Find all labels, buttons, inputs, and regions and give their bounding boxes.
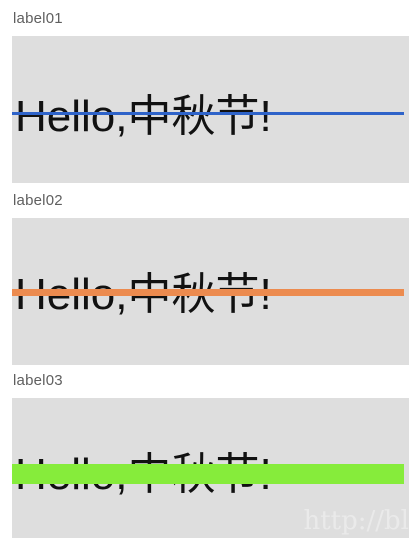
watermark-text: http://bl [303,506,409,536]
label01-panel: Hello,中秋节! [12,36,409,183]
label01-strikethrough-line [12,112,404,115]
label03-strikethrough-line [12,464,404,484]
label03-caption: label03 [13,372,63,389]
label02-caption: label02 [13,192,63,209]
label02-strikethrough-line [12,289,404,296]
label02-panel: Hello,中秋节! [12,218,409,365]
label03-panel: Hello,中秋节! http://bl [12,398,409,538]
label01-caption: label01 [13,10,63,27]
